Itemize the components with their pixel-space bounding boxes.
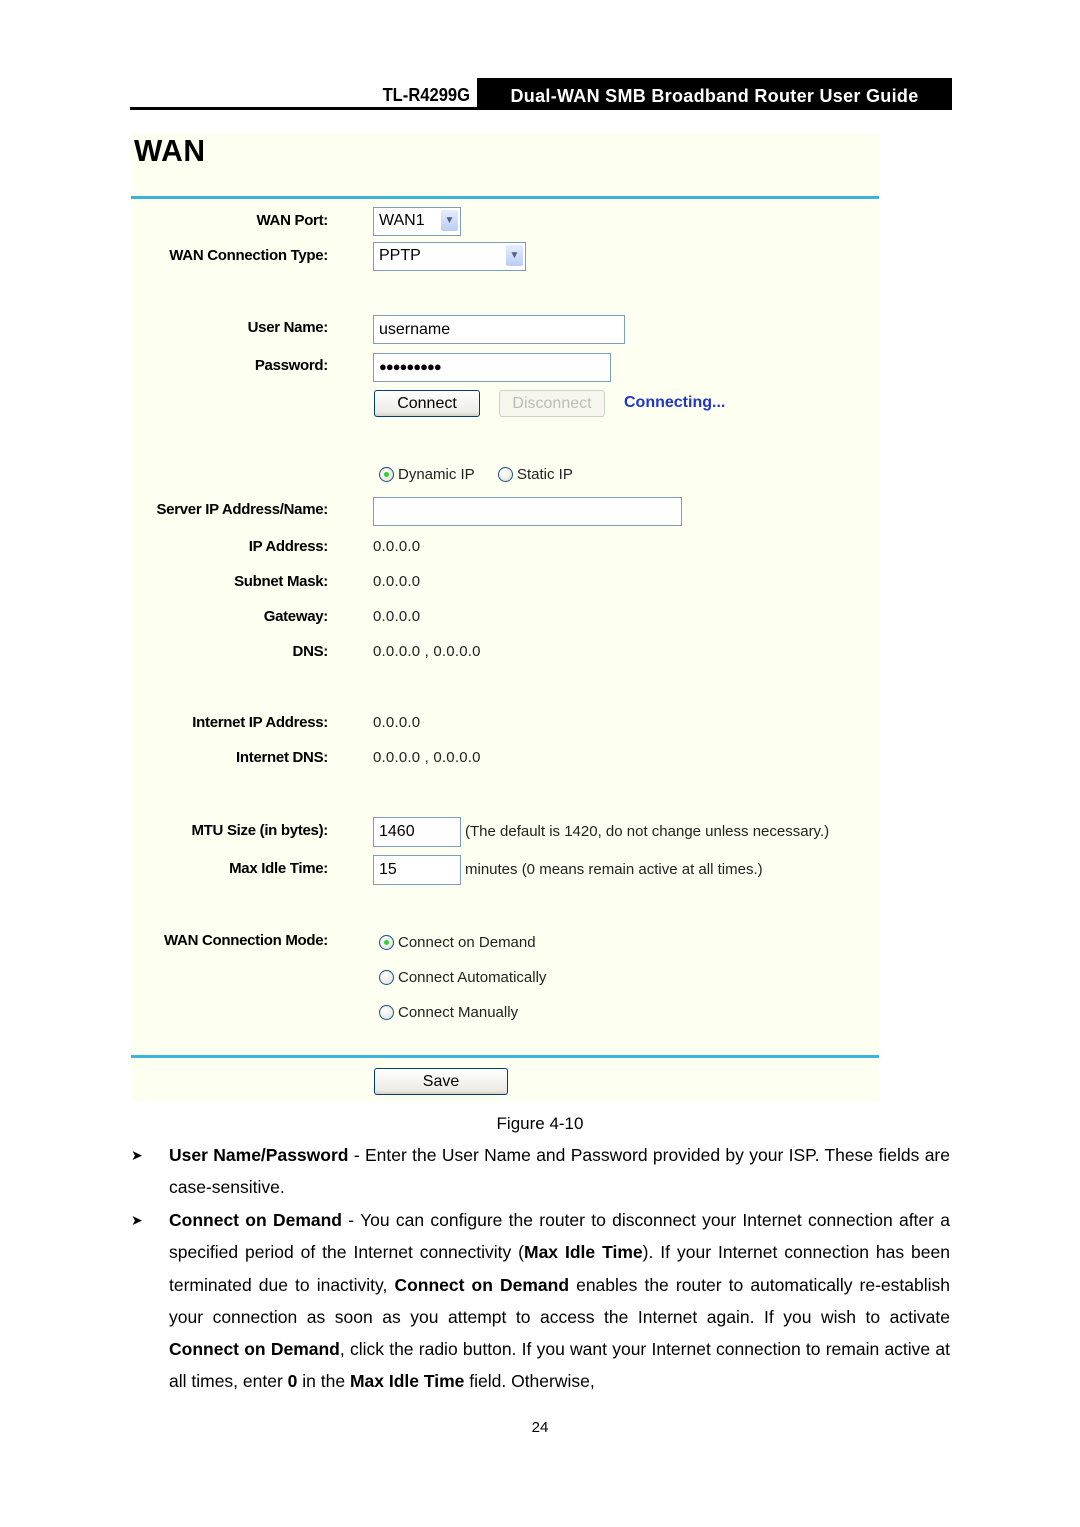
connection-type-select[interactable]: PPTP ▼ bbox=[373, 242, 526, 271]
wan-port-select[interactable]: WAN1 ▼ bbox=[373, 207, 461, 236]
bold-segment: Max Idle Time bbox=[349, 1371, 465, 1392]
radio-selected-icon[interactable] bbox=[379, 935, 394, 950]
connect-on-demand-option[interactable]: Connect on Demand bbox=[379, 934, 536, 951]
dynamic-ip-option[interactable]: Dynamic IP bbox=[379, 466, 475, 483]
figure-caption: Figure 4-10 bbox=[496, 1114, 584, 1133]
page-header: TL-R4299G Dual-WAN SMB Broadband Router … bbox=[130, 78, 952, 110]
connection-mode-label: WAN Connection Mode: bbox=[164, 932, 328, 949]
bullet-arrow-icon: ➤ bbox=[131, 1212, 143, 1228]
radio-unselected-icon[interactable] bbox=[379, 1005, 394, 1020]
gateway-label: Gateway: bbox=[263, 608, 329, 625]
connection-type-label: WAN Connection Type: bbox=[169, 247, 328, 264]
connection-type-value: PPTP bbox=[379, 247, 421, 264]
server-input[interactable] bbox=[373, 497, 682, 526]
mtu-input[interactable] bbox=[373, 817, 461, 847]
save-button[interactable]: Save bbox=[374, 1068, 508, 1095]
connect-on-demand-paragraph: Connect on Demand - You can configure th… bbox=[169, 1204, 950, 1398]
user-name-label: User Name: bbox=[247, 319, 329, 336]
bullet-arrow-icon: ➤ bbox=[131, 1147, 143, 1163]
static-ip-label: Static IP bbox=[517, 466, 573, 483]
password-label: Password: bbox=[254, 357, 328, 374]
connect-manually-option[interactable]: Connect Manually bbox=[379, 1004, 518, 1021]
subnet-mask-label: Subnet Mask: bbox=[234, 573, 328, 590]
subnet-mask-value: 0.0.0.0 bbox=[373, 573, 421, 590]
internet-dns-value: 0.0.0.0 , 0.0.0.0 bbox=[373, 749, 481, 766]
wan-settings-panel: WAN WAN Port: WAN1 ▼ WAN Connection Type… bbox=[131, 133, 879, 1102]
model-name: TL-R4299G bbox=[382, 85, 470, 105]
connect-on-demand-label: Connect on Demand bbox=[398, 934, 536, 951]
connection-status: Connecting... bbox=[624, 394, 726, 411]
bold-segment: Connect on Demand bbox=[169, 1339, 340, 1360]
bold-segment: 0 bbox=[287, 1371, 298, 1392]
chevron-down-icon[interactable]: ▼ bbox=[441, 210, 458, 231]
guide-title: Dual-WAN SMB Broadband Router User Guide bbox=[477, 78, 952, 110]
mtu-hint: (The default is 1420, do not change unle… bbox=[465, 823, 830, 840]
header-rule bbox=[130, 107, 952, 110]
ip-address-value: 0.0.0.0 bbox=[373, 538, 421, 555]
disconnect-button[interactable]: Disconnect bbox=[499, 390, 605, 417]
max-idle-hint: minutes (0 means remain active at all ti… bbox=[465, 861, 763, 878]
connect-button[interactable]: Connect bbox=[374, 390, 480, 417]
user-name-password-paragraph: User Name/Password - Enter the User Name… bbox=[169, 1139, 950, 1204]
bold-segment: Connect on Demand bbox=[394, 1274, 570, 1295]
dns-label: DNS: bbox=[292, 643, 329, 660]
max-idle-input[interactable] bbox=[373, 855, 461, 885]
radio-unselected-icon[interactable] bbox=[379, 970, 394, 985]
radio-unselected-icon[interactable] bbox=[498, 467, 513, 482]
wan-port-value: WAN1 bbox=[379, 212, 425, 229]
term-user-name-password: User Name/Password bbox=[169, 1145, 349, 1165]
mtu-label: MTU Size (in bytes): bbox=[191, 822, 328, 839]
internet-dns-label: Internet DNS: bbox=[236, 749, 328, 766]
password-input[interactable]: ●●●●●●●●● bbox=[373, 353, 611, 382]
connect-manually-label: Connect Manually bbox=[398, 1004, 519, 1021]
static-ip-option[interactable]: Static IP bbox=[498, 466, 573, 483]
connect-automatically-option[interactable]: Connect Automatically bbox=[379, 969, 546, 986]
max-idle-label: Max Idle Time: bbox=[229, 860, 328, 877]
top-divider bbox=[131, 196, 879, 199]
bottom-divider bbox=[131, 1055, 879, 1058]
internet-ip-value: 0.0.0.0 bbox=[373, 714, 421, 731]
ip-address-label: IP Address: bbox=[248, 538, 329, 555]
chevron-down-icon[interactable]: ▼ bbox=[506, 245, 523, 266]
wan-port-label: WAN Port: bbox=[256, 212, 329, 229]
page-number: 24 bbox=[531, 1419, 549, 1436]
server-label: Server IP Address/Name: bbox=[156, 501, 328, 518]
internet-ip-label: Internet IP Address: bbox=[192, 714, 328, 731]
dynamic-ip-label: Dynamic IP bbox=[398, 466, 475, 483]
bold-segment: Max Idle Time bbox=[524, 1242, 643, 1263]
text-segment: in the bbox=[297, 1371, 350, 1392]
connect-automatically-label: Connect Automatically bbox=[398, 969, 547, 986]
radio-selected-icon[interactable] bbox=[379, 467, 394, 482]
term-connect-on-demand: Connect on Demand bbox=[169, 1210, 342, 1230]
user-name-input[interactable] bbox=[373, 315, 625, 344]
panel-title: WAN bbox=[134, 134, 206, 169]
dns-value: 0.0.0.0 , 0.0.0.0 bbox=[373, 643, 481, 660]
text-segment: field. Otherwise, bbox=[464, 1371, 595, 1392]
gateway-value: 0.0.0.0 bbox=[373, 608, 421, 625]
